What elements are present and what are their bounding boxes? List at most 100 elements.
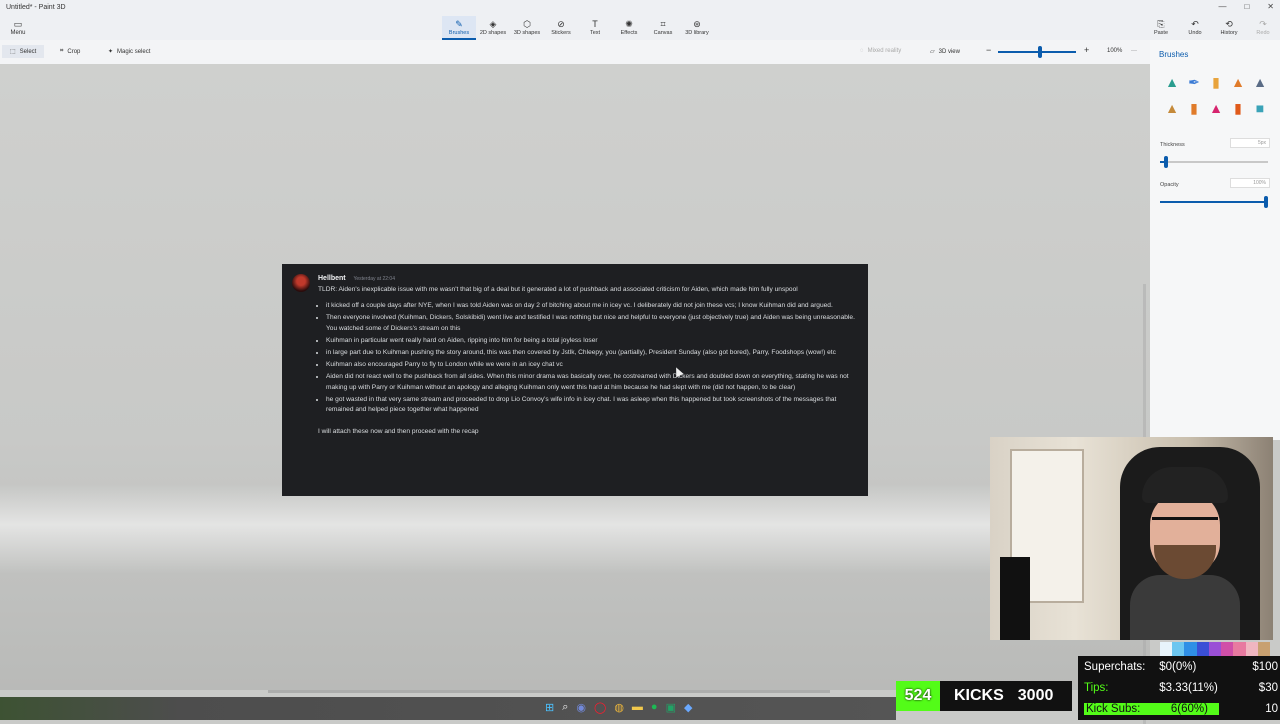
message-author: Hellbent	[318, 275, 346, 282]
color-swatch[interactable]	[1257, 642, 1270, 656]
eraser-icon[interactable]: ▮	[1186, 99, 1202, 117]
list-item: Kuihman also encouraged Parry to fly to …	[326, 360, 858, 370]
spotify-icon[interactable]: ●	[651, 701, 658, 714]
folder-icon[interactable]: ▬	[632, 701, 643, 714]
color-swatch[interactable]	[1208, 642, 1222, 656]
history-button[interactable]: ⟲ History	[1212, 16, 1246, 40]
watercolor-icon[interactable]: ▲	[1230, 73, 1246, 91]
zoom-in-button[interactable]: +	[1084, 45, 1089, 55]
tab-label: Stickers	[551, 30, 571, 36]
opacity-slider[interactable]	[1160, 196, 1268, 208]
window-title: Untitled* - Paint 3D	[6, 4, 66, 11]
menu-label: Menu	[10, 30, 26, 36]
fill-icon[interactable]: ■	[1252, 99, 1268, 117]
chrome-icon[interactable]: ◍	[614, 701, 624, 714]
search-icon[interactable]: ⌕	[562, 701, 568, 714]
pasted-discord-screenshot[interactable]: Hellbent Yesterday at 22:04 TLDR: Aiden'…	[282, 264, 868, 496]
windows-start-icon[interactable]: ⊞	[545, 701, 554, 714]
calligraphy-pen-icon[interactable]: ✒	[1186, 73, 1202, 91]
select-label: Select	[19, 48, 37, 55]
tab-3d-shapes[interactable]: ⬡ 3D shapes	[510, 16, 544, 40]
paste-button[interactable]: ⎘ Paste	[1144, 16, 1178, 40]
history-icon: ⟲	[1225, 19, 1233, 29]
app-icon[interactable]: ◆	[684, 701, 692, 714]
kick-subs-label: Kick Subs:	[1084, 703, 1161, 715]
spray-can-icon[interactable]: ▮	[1230, 99, 1246, 117]
maximize-button[interactable]: □	[1244, 2, 1249, 11]
color-swatch[interactable]	[1172, 642, 1185, 656]
view-3d-toggle[interactable]: ▱ 3D view	[930, 48, 960, 56]
excel-icon[interactable]: ▣	[666, 701, 676, 714]
more-options-button[interactable]: ···	[1131, 48, 1137, 54]
kicks-goal: 3000	[1017, 687, 1054, 704]
brush-grid: ▲ ✒ ▮ ▲ ▲ ▲ ▮ ▲ ▮ ■	[1164, 73, 1274, 117]
color-swatch[interactable]	[1233, 642, 1246, 656]
opera-icon[interactable]: ◯	[594, 701, 606, 714]
opacity-input[interactable]: 100%	[1230, 178, 1270, 188]
crayon-icon[interactable]: ▲	[1208, 99, 1224, 117]
zoom-level: 100%	[1107, 48, 1123, 54]
text-icon: T	[592, 19, 598, 29]
view-3d-icon: ▱	[930, 49, 935, 55]
close-button[interactable]: ✕	[1267, 2, 1274, 11]
mixed-reality-button[interactable]: ◌ Mixed reality	[860, 48, 901, 54]
thickness-label: Thickness	[1160, 142, 1185, 148]
tab-stickers[interactable]: ⊘ Stickers	[544, 16, 578, 40]
list-item: Then everyone involved (Kuihman, Dickers…	[326, 313, 858, 333]
list-item: Aiden did not react well to the pushback…	[326, 372, 858, 392]
oil-brush-icon[interactable]: ▮	[1208, 73, 1224, 91]
zoom-out-button[interactable]: −	[986, 45, 991, 55]
magic-select-label: Magic select	[117, 48, 151, 55]
message-timestamp: Yesterday at 22:04	[353, 276, 395, 282]
thickness-input[interactable]: 5px	[1230, 138, 1270, 148]
undo-icon: ↶	[1191, 19, 1199, 29]
tab-3d-library[interactable]: ⊛ 3D library	[680, 16, 714, 40]
tab-2d-shapes[interactable]: ◈ 2D shapes	[476, 16, 510, 40]
tab-brushes[interactable]: ✎ Brushes	[442, 16, 476, 40]
zoom-slider-track[interactable]	[998, 51, 1076, 53]
tab-label: 2D shapes	[479, 30, 507, 36]
list-item: he got wasted in that very same stream a…	[326, 395, 858, 415]
redo-button[interactable]: ↷ Redo	[1246, 16, 1280, 40]
pixel-pen-icon[interactable]: ▲	[1252, 73, 1268, 91]
opacity-slider-fill	[1160, 201, 1268, 203]
tab-effects[interactable]: ✺ Effects	[612, 16, 646, 40]
list-item: Kuihman in particular went really hard o…	[326, 336, 858, 346]
ribbon-tabs: ✎ Brushes ◈ 2D shapes ⬡ 3D shapes ⊘ Stickers…	[442, 16, 714, 40]
thickness-slider-thumb[interactable]	[1164, 156, 1169, 168]
redo-label: Redo	[1256, 30, 1270, 36]
tab-canvas[interactable]: ⌗ Canvas	[646, 16, 680, 40]
magic-select-button[interactable]: ✦ Magic select	[108, 48, 151, 56]
microphone	[1000, 557, 1030, 640]
superchats-label: Superchats:	[1084, 661, 1146, 673]
opacity-slider-thumb[interactable]	[1264, 196, 1268, 208]
taskbar-icons: ⊞ ⌕ ◉ ◯ ◍ ▬ ● ▣ ◆	[545, 701, 692, 714]
tips-label: Tips:	[1084, 682, 1109, 694]
tips-goal: $30	[1258, 682, 1278, 694]
pencil-icon[interactable]: ▲	[1164, 99, 1180, 117]
select-icon: ⬚	[10, 49, 16, 55]
color-swatch[interactable]	[1196, 642, 1209, 656]
menu-button[interactable]: ▭ Menu	[8, 18, 28, 36]
select-button[interactable]: ⬚ Select	[2, 45, 45, 58]
kick-subs-row: Kick Subs: 6(60%) 10	[1084, 699, 1278, 719]
shapes-3d-icon: ⬡	[523, 19, 531, 29]
superchats-value: $0(0%)	[1159, 661, 1197, 673]
thickness-slider[interactable]	[1160, 156, 1268, 168]
zoom-slider-thumb[interactable]	[1038, 46, 1042, 58]
horizontal-scrollbar[interactable]	[268, 690, 830, 693]
mixed-reality-icon: ◌	[860, 48, 864, 54]
tab-text[interactable]: T Text	[578, 16, 612, 40]
color-swatch[interactable]	[1184, 642, 1197, 656]
color-swatch[interactable]	[1160, 642, 1173, 656]
color-swatch[interactable]	[1245, 642, 1258, 656]
minimize-button[interactable]: —	[1218, 2, 1226, 11]
title-bar: Untitled* - Paint 3D — □ ✕	[0, 0, 1280, 16]
color-swatch[interactable]	[1221, 642, 1234, 656]
magic-select-icon: ✦	[108, 49, 114, 55]
discord-icon[interactable]: ◉	[576, 701, 586, 714]
menu-folder-icon: ▭	[13, 19, 23, 29]
marker-icon[interactable]: ▲	[1164, 73, 1180, 91]
undo-button[interactable]: ↶ Undo	[1178, 16, 1212, 40]
crop-button[interactable]: ⌗ Crop	[60, 48, 80, 55]
